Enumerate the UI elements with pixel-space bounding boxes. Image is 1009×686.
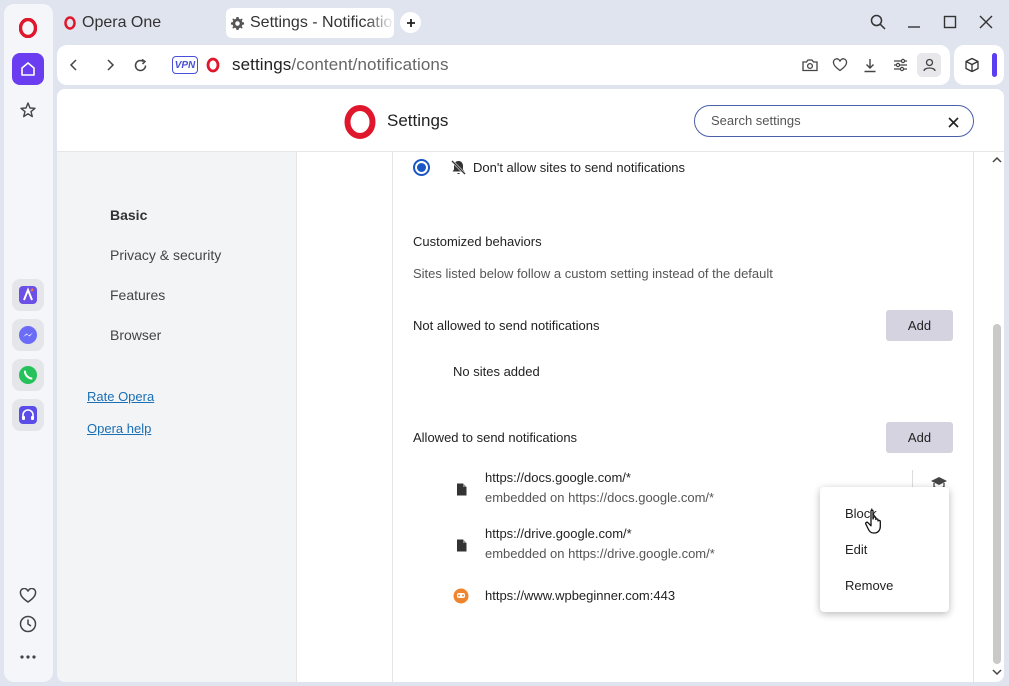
customized-behaviors-title: Customized behaviors: [413, 234, 542, 249]
url-text[interactable]: settings/content/notifications: [232, 55, 449, 75]
file-icon: [453, 481, 469, 497]
maximize-icon: [943, 15, 957, 29]
page-title: Settings: [387, 111, 449, 130]
site-url: https://drive.google.com/*: [485, 526, 632, 541]
customized-behaviors-desc: Sites listed below follow a custom setti…: [413, 266, 773, 281]
reload-icon: [134, 58, 146, 71]
close-icon: [979, 15, 993, 29]
forward-button[interactable]: [101, 56, 119, 74]
not-allowed-title: Not allowed to send notifications: [413, 318, 600, 333]
site-embedded: embedded on https://drive.google.com/*: [485, 546, 715, 561]
plus-icon: [406, 18, 415, 27]
vpn-badge[interactable]: VPN: [172, 56, 198, 74]
address-bar: VPN settings/content/notifications: [57, 45, 950, 85]
easy-setup-button[interactable]: [891, 56, 909, 74]
rate-opera-link[interactable]: Rate Opera: [87, 389, 154, 404]
site-url: https://www.wpbeginner.com:443: [485, 588, 676, 603]
extensions-area: [954, 45, 1004, 85]
new-tab-button[interactable]: [400, 12, 421, 33]
nav-item-basic[interactable]: Basic: [110, 207, 147, 223]
minimize-button[interactable]: [904, 12, 924, 32]
search-settings-box: [694, 105, 974, 137]
messenger-icon[interactable]: [12, 319, 44, 351]
more-icon[interactable]: [12, 641, 44, 673]
heart-icon: [832, 58, 848, 72]
snapshot-button[interactable]: [801, 56, 819, 74]
radio-dont-allow[interactable]: [413, 159, 430, 176]
cube-icon: [965, 57, 979, 73]
sliders-icon: [893, 58, 907, 72]
download-icon: [864, 58, 876, 72]
opera-site-icon: [204, 56, 222, 74]
sidebar-toggle-indicator[interactable]: [992, 53, 997, 77]
tab-label: Opera One: [82, 14, 162, 31]
star-icon[interactable]: [12, 94, 44, 126]
bell-off-icon: [451, 160, 466, 175]
nav-item-features[interactable]: Features: [110, 287, 165, 303]
chevron-up-icon[interactable]: [992, 156, 1002, 164]
bookmark-heart-button[interactable]: [831, 56, 849, 74]
allowed-title: Allowed to send notifications: [413, 430, 578, 445]
opera-logo-icon: [344, 105, 376, 139]
profile-button[interactable]: [917, 53, 941, 77]
settings-nav: Basic Privacy & security Features Browse…: [57, 152, 297, 682]
whatsapp-icon[interactable]: [12, 359, 44, 391]
hand-cursor-icon: [865, 509, 881, 534]
settings-header: Settings: [57, 89, 1004, 152]
maximize-button[interactable]: [940, 12, 960, 32]
search-input[interactable]: [711, 113, 931, 128]
close-window-button[interactable]: [976, 12, 996, 32]
camera-icon: [802, 59, 818, 72]
extensions-button[interactable]: [964, 57, 980, 78]
add-not-allowed-button[interactable]: Add: [886, 310, 953, 341]
chevron-right-icon: [107, 59, 115, 71]
search-tabs-button[interactable]: [868, 12, 888, 32]
tab-settings[interactable]: Settings - Notifications: [226, 8, 394, 38]
downloads-button[interactable]: [861, 56, 879, 74]
dont-allow-label: Don't allow sites to send notifications: [473, 160, 686, 175]
opera-help-link[interactable]: Opera help: [87, 421, 151, 436]
site-url: https://docs.google.com/*: [485, 470, 631, 485]
site-context-menu: Block Edit Remove: [820, 487, 949, 612]
nav-item-browser[interactable]: Browser: [110, 327, 161, 343]
chevron-left-icon: [69, 59, 77, 71]
music-player-icon[interactable]: [12, 399, 44, 431]
home-icon[interactable]: [12, 53, 44, 85]
scrollbar[interactable]: [990, 152, 1004, 682]
minimize-icon: [908, 26, 920, 28]
site-embedded: embedded on https://docs.google.com/*: [485, 490, 715, 505]
add-allowed-button[interactable]: Add: [886, 422, 953, 453]
history-icon[interactable]: [12, 608, 44, 640]
menu-item-edit[interactable]: Edit: [845, 542, 867, 557]
chevron-down-icon[interactable]: [992, 668, 1002, 676]
tab-fade: [366, 8, 394, 38]
nav-item-privacy[interactable]: Privacy & security: [110, 247, 221, 263]
close-icon: [948, 117, 959, 128]
back-button[interactable]: [65, 56, 83, 74]
tab-opera-one[interactable]: Opera One: [60, 8, 161, 38]
gear-icon: [230, 16, 245, 30]
file-icon: [453, 537, 469, 553]
search-icon: [870, 14, 886, 30]
reload-button[interactable]: [131, 56, 149, 74]
user-icon: [922, 58, 936, 72]
no-sites-label: No sites added: [453, 364, 540, 379]
scrollbar-thumb[interactable]: [993, 324, 1001, 664]
aria-icon[interactable]: [12, 279, 44, 311]
clear-search-button[interactable]: [948, 115, 959, 133]
opera-logo-icon[interactable]: [12, 12, 44, 44]
wpbeginner-favicon-icon: [453, 588, 469, 604]
menu-item-remove[interactable]: Remove: [845, 578, 893, 593]
opera-sidebar: [4, 4, 53, 682]
opera-icon: [64, 16, 76, 30]
